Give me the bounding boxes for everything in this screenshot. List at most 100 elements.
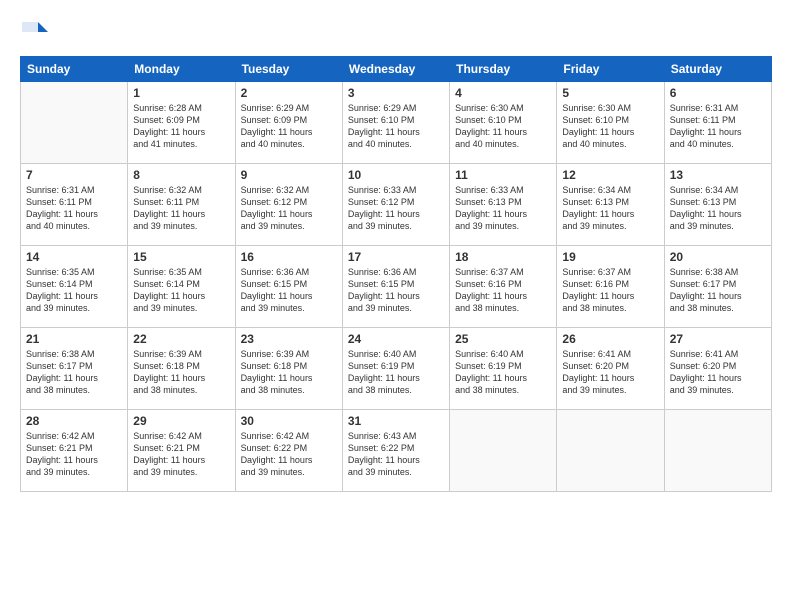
calendar-cell: 28 Sunrise: 6:42 AM Sunset: 6:21 PM Dayli… [21,410,128,492]
day-number: 1 [133,86,229,100]
calendar-cell: 23Sunrise: 6:39 AM Sunset: 6:18 PM Dayli… [235,328,342,410]
calendar-cell: 17 Sunrise: 6:36 AM Sunset: 6:15 PM Dayli… [342,246,449,328]
day-number: 31 [348,414,444,428]
day-info: Sunrise: 6:34 AM Sunset: 6:13 PM Dayligh… [562,184,658,233]
calendar-cell: 2Sunrise: 6:29 AM Sunset: 6:09 PM Daylig… [235,82,342,164]
day-info: Sunrise: 6:37 AM Sunset: 6:16 PM Dayligh… [562,266,658,315]
day-info: Sunrise: 6:35 AM Sunset: 6:14 PM Dayligh… [26,266,122,315]
day-number: 25 [455,332,551,346]
day-info: Sunrise: 6:42 AM Sunset: 6:22 PM Dayligh… [241,430,337,479]
calendar-cell: 7 Sunrise: 6:31 AM Sunset: 6:11 PM Daylig… [21,164,128,246]
calendar-cell: 25 Sunrise: 6:40 AM Sunset: 6:19 PM Dayli… [450,328,557,410]
weekday-header-thursday: Thursday [450,57,557,82]
page: SundayMondayTuesdayWednesdayThursdayFrid… [0,0,792,612]
calendar-cell: 9 Sunrise: 6:32 AM Sunset: 6:12 PM Daylig… [235,164,342,246]
week-row-3: 14 Sunrise: 6:35 AM Sunset: 6:14 PM Dayli… [21,246,772,328]
day-number: 14 [26,250,122,264]
day-number: 21 [26,332,122,346]
calendar-cell: 1Sunrise: 6:28 AM Sunset: 6:09 PM Daylig… [128,82,235,164]
calendar-cell: 19 Sunrise: 6:37 AM Sunset: 6:16 PM Dayli… [557,246,664,328]
weekday-header-friday: Friday [557,57,664,82]
day-number: 8 [133,168,229,182]
calendar-cell: 22Sunrise: 6:39 AM Sunset: 6:18 PM Dayli… [128,328,235,410]
weekday-header-sunday: Sunday [21,57,128,82]
calendar-cell [664,410,771,492]
header [20,18,772,48]
day-info: Sunrise: 6:40 AM Sunset: 6:19 PM Dayligh… [455,348,551,397]
weekday-header-tuesday: Tuesday [235,57,342,82]
day-number: 13 [670,168,766,182]
day-number: 9 [241,168,337,182]
day-info: Sunrise: 6:35 AM Sunset: 6:14 PM Dayligh… [133,266,229,315]
day-number: 6 [670,86,766,100]
calendar-cell [557,410,664,492]
day-info: Sunrise: 6:42 AM Sunset: 6:21 PM Dayligh… [26,430,122,479]
day-info: Sunrise: 6:29 AM Sunset: 6:10 PM Dayligh… [348,102,444,151]
day-number: 15 [133,250,229,264]
day-info: Sunrise: 6:39 AM Sunset: 6:18 PM Dayligh… [241,348,337,397]
day-number: 16 [241,250,337,264]
day-info: Sunrise: 6:32 AM Sunset: 6:12 PM Dayligh… [241,184,337,233]
calendar-cell: 27 Sunrise: 6:41 AM Sunset: 6:20 PM Dayli… [664,328,771,410]
day-info: Sunrise: 6:38 AM Sunset: 6:17 PM Dayligh… [26,348,122,397]
weekday-header-wednesday: Wednesday [342,57,449,82]
day-info: Sunrise: 6:36 AM Sunset: 6:15 PM Dayligh… [348,266,444,315]
day-number: 27 [670,332,766,346]
calendar-cell: 5 Sunrise: 6:30 AM Sunset: 6:10 PM Daylig… [557,82,664,164]
day-info: Sunrise: 6:38 AM Sunset: 6:17 PM Dayligh… [670,266,766,315]
calendar-cell: 14 Sunrise: 6:35 AM Sunset: 6:14 PM Dayli… [21,246,128,328]
calendar-cell: 16Sunrise: 6:36 AM Sunset: 6:15 PM Dayli… [235,246,342,328]
day-info: Sunrise: 6:32 AM Sunset: 6:11 PM Dayligh… [133,184,229,233]
calendar-cell: 13 Sunrise: 6:34 AM Sunset: 6:13 PM Dayli… [664,164,771,246]
day-number: 5 [562,86,658,100]
calendar-cell: 24 Sunrise: 6:40 AM Sunset: 6:19 PM Dayli… [342,328,449,410]
day-info: Sunrise: 6:31 AM Sunset: 6:11 PM Dayligh… [26,184,122,233]
calendar-cell: 8 Sunrise: 6:32 AM Sunset: 6:11 PM Daylig… [128,164,235,246]
day-info: Sunrise: 6:42 AM Sunset: 6:21 PM Dayligh… [133,430,229,479]
calendar-cell: 12 Sunrise: 6:34 AM Sunset: 6:13 PM Dayli… [557,164,664,246]
day-number: 22 [133,332,229,346]
day-number: 12 [562,168,658,182]
day-number: 11 [455,168,551,182]
day-number: 4 [455,86,551,100]
day-number: 7 [26,168,122,182]
day-number: 26 [562,332,658,346]
day-number: 17 [348,250,444,264]
day-info: Sunrise: 6:31 AM Sunset: 6:11 PM Dayligh… [670,102,766,151]
week-row-5: 28 Sunrise: 6:42 AM Sunset: 6:21 PM Dayli… [21,410,772,492]
calendar-cell: 11Sunrise: 6:33 AM Sunset: 6:13 PM Dayli… [450,164,557,246]
logo [20,18,54,48]
day-number: 3 [348,86,444,100]
calendar-cell: 29Sunrise: 6:42 AM Sunset: 6:21 PM Dayli… [128,410,235,492]
day-number: 30 [241,414,337,428]
day-info: Sunrise: 6:30 AM Sunset: 6:10 PM Dayligh… [562,102,658,151]
day-number: 28 [26,414,122,428]
calendar-cell: 30 Sunrise: 6:42 AM Sunset: 6:22 PM Dayli… [235,410,342,492]
day-info: Sunrise: 6:41 AM Sunset: 6:20 PM Dayligh… [562,348,658,397]
calendar-cell: 20 Sunrise: 6:38 AM Sunset: 6:17 PM Dayli… [664,246,771,328]
calendar-cell: 4 Sunrise: 6:30 AM Sunset: 6:10 PM Daylig… [450,82,557,164]
day-info: Sunrise: 6:33 AM Sunset: 6:12 PM Dayligh… [348,184,444,233]
calendar-cell: 18 Sunrise: 6:37 AM Sunset: 6:16 PM Dayli… [450,246,557,328]
calendar-cell [21,82,128,164]
day-number: 10 [348,168,444,182]
day-info: Sunrise: 6:37 AM Sunset: 6:16 PM Dayligh… [455,266,551,315]
weekday-header-saturday: Saturday [664,57,771,82]
day-number: 24 [348,332,444,346]
day-number: 18 [455,250,551,264]
day-info: Sunrise: 6:30 AM Sunset: 6:10 PM Dayligh… [455,102,551,151]
day-number: 20 [670,250,766,264]
day-number: 19 [562,250,658,264]
week-row-2: 7 Sunrise: 6:31 AM Sunset: 6:11 PM Daylig… [21,164,772,246]
week-row-4: 21 Sunrise: 6:38 AM Sunset: 6:17 PM Dayli… [21,328,772,410]
weekday-header-monday: Monday [128,57,235,82]
day-info: Sunrise: 6:43 AM Sunset: 6:22 PM Dayligh… [348,430,444,479]
day-info: Sunrise: 6:41 AM Sunset: 6:20 PM Dayligh… [670,348,766,397]
calendar-cell: 31 Sunrise: 6:43 AM Sunset: 6:22 PM Dayli… [342,410,449,492]
calendar-cell: 21 Sunrise: 6:38 AM Sunset: 6:17 PM Dayli… [21,328,128,410]
day-info: Sunrise: 6:34 AM Sunset: 6:13 PM Dayligh… [670,184,766,233]
day-number: 2 [241,86,337,100]
week-row-1: 1Sunrise: 6:28 AM Sunset: 6:09 PM Daylig… [21,82,772,164]
day-info: Sunrise: 6:40 AM Sunset: 6:19 PM Dayligh… [348,348,444,397]
weekday-header-row: SundayMondayTuesdayWednesdayThursdayFrid… [21,57,772,82]
